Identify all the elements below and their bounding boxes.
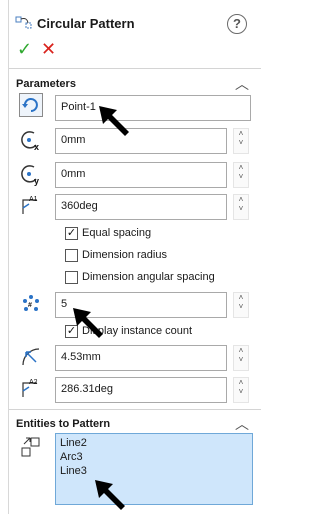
angle2-icon: A2 — [19, 377, 43, 401]
collapse-entities-icon[interactable]: ︿ — [235, 414, 249, 434]
angle2-spinner[interactable]: ˄ ˅ — [233, 377, 249, 403]
sketch-entities-icon — [19, 436, 43, 460]
angle-icon: A1 — [19, 194, 43, 218]
center-y-field[interactable]: 0mm — [55, 162, 227, 188]
radius-field[interactable]: 4.53mm — [55, 345, 227, 371]
center-x-field[interactable]: 0mm — [55, 128, 227, 154]
pointer-arrow-icon — [69, 302, 109, 342]
svg-text:#: # — [28, 302, 32, 309]
angle2-field[interactable]: 286.31deg — [55, 377, 227, 403]
svg-text:y: y — [34, 176, 39, 186]
radius-icon — [19, 345, 43, 369]
property-manager: Circular Pattern ? ✓ ✕ Parameters ︿ Poin… — [8, 0, 261, 514]
center-y-icon: y — [19, 162, 43, 186]
axis-field[interactable]: Point-1 — [55, 95, 251, 121]
entities-title: Entities to Pattern — [16, 418, 111, 430]
divider — [9, 68, 261, 69]
list-item[interactable]: Line2 — [60, 436, 248, 450]
divider — [9, 409, 261, 410]
pointer-arrow-icon — [95, 100, 135, 140]
svg-text:x: x — [34, 142, 39, 152]
equal-spacing-box[interactable]: ✓ — [65, 227, 78, 240]
cancel-button[interactable]: ✕ — [41, 38, 56, 60]
angle-spinner[interactable]: ˄ ˅ — [233, 194, 249, 220]
radius-spinner[interactable]: ˄ ˅ — [233, 345, 249, 371]
ok-button[interactable]: ✓ — [17, 38, 32, 60]
entities-list[interactable]: Line2 Arc3 Line3 — [55, 433, 253, 505]
dimension-radius-label: Dimension radius — [82, 249, 167, 261]
rotate-reverse-icon[interactable] — [19, 93, 43, 117]
center-x-spinner[interactable]: ˄ ˅ — [233, 128, 249, 154]
dimension-radius-box[interactable] — [65, 249, 78, 262]
angle-field[interactable]: 360deg — [55, 194, 227, 220]
help-button[interactable]: ? — [227, 14, 247, 34]
svg-text:A1: A1 — [29, 196, 38, 203]
instance-count-spinner[interactable]: ˄ ˅ — [233, 292, 249, 318]
instance-count-icon: # — [19, 292, 43, 316]
svg-text:A2: A2 — [29, 379, 38, 386]
page-title: Circular Pattern — [37, 16, 135, 31]
center-x-icon: x — [19, 128, 43, 152]
parameters-section-header[interactable]: Parameters ︿ — [9, 72, 261, 96]
circular-pattern-icon — [15, 14, 33, 32]
center-y-spinner[interactable]: ˄ ˅ — [233, 162, 249, 188]
collapse-parameters-icon[interactable]: ︿ — [235, 74, 249, 94]
dimension-angular-spacing-label: Dimension angular spacing — [82, 271, 215, 283]
equal-spacing-label: Equal spacing — [82, 227, 152, 239]
list-item[interactable]: Arc3 — [60, 450, 248, 464]
parameters-title: Parameters — [16, 78, 76, 90]
dimension-angular-spacing-box[interactable] — [65, 271, 78, 284]
pointer-arrow-icon — [91, 474, 131, 514]
list-item[interactable]: Line3 — [60, 464, 248, 478]
header: Circular Pattern ? — [9, 6, 261, 38]
